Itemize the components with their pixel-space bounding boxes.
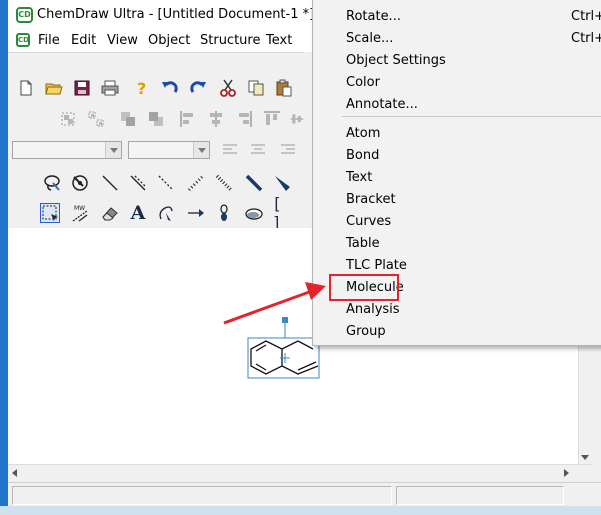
menu-item-text[interactable]: Text bbox=[346, 170, 372, 185]
font-select[interactable] bbox=[12, 141, 122, 159]
double-bond bbox=[297, 361, 317, 371]
menu-item-bracket[interactable]: Bracket bbox=[346, 192, 396, 207]
horizontal-scrollbar[interactable] bbox=[8, 464, 592, 480]
menu-item-table[interactable]: Table bbox=[346, 236, 380, 251]
align-center-icon[interactable] bbox=[206, 109, 226, 129]
chemdraw-window: CD ChemDraw Ultra - [Untitled Document-1… bbox=[8, 0, 601, 506]
menu-item-analysis[interactable]: Analysis bbox=[346, 302, 400, 317]
undo-icon[interactable] bbox=[160, 78, 180, 98]
toolbar-area: ? MW A [] bbox=[8, 52, 304, 232]
menu-item-scale[interactable]: Scale... bbox=[346, 31, 393, 46]
lasso-icon[interactable] bbox=[42, 173, 62, 193]
dotted-bond-icon[interactable] bbox=[186, 173, 206, 193]
font-size-select[interactable] bbox=[128, 141, 210, 159]
send-back-icon[interactable] bbox=[146, 109, 166, 129]
pen-tool-icon[interactable] bbox=[156, 203, 176, 223]
mass-fragment-icon[interactable]: MW bbox=[70, 203, 90, 223]
drawing-element-icon[interactable] bbox=[244, 203, 264, 223]
text-tool-glyph: A bbox=[130, 202, 146, 224]
marquee-icon[interactable] bbox=[40, 203, 60, 223]
bracket-tool-glyph: [ ] bbox=[272, 194, 282, 232]
print-icon[interactable] bbox=[100, 78, 120, 98]
menu-item-rotate[interactable]: Rotate... bbox=[346, 9, 401, 24]
menu-separator bbox=[342, 116, 601, 117]
save-icon[interactable] bbox=[72, 78, 92, 98]
menu-file[interactable]: File bbox=[38, 33, 60, 48]
align-left-icon[interactable] bbox=[178, 109, 198, 129]
text-align-center-icon[interactable] bbox=[248, 140, 268, 160]
arrow-tool-icon[interactable] bbox=[186, 203, 206, 223]
menu-text[interactable]: Text bbox=[266, 33, 292, 48]
wedge-bond-icon[interactable] bbox=[272, 173, 292, 193]
svg-text:?: ? bbox=[137, 79, 146, 97]
scroll-right-arrow-icon[interactable] bbox=[564, 469, 569, 477]
dashed-bond-icon[interactable] bbox=[128, 173, 148, 193]
open-folder-icon[interactable] bbox=[44, 78, 64, 98]
menu-edit[interactable]: Edit bbox=[71, 33, 96, 48]
hashed-wedge-icon[interactable] bbox=[214, 173, 234, 193]
shortcut-scale: Ctrl+K bbox=[571, 31, 601, 46]
orbital-tool-icon[interactable] bbox=[214, 203, 234, 223]
menu-item-color[interactable]: Color bbox=[346, 75, 380, 90]
new-document-icon[interactable] bbox=[16, 78, 36, 98]
solid-bond-icon[interactable] bbox=[100, 173, 120, 193]
window-title: ChemDraw Ultra - [Untitled Document-1 *] bbox=[37, 7, 315, 22]
hashed-bond-icon[interactable] bbox=[156, 173, 176, 193]
menu-item-atom[interactable]: Atom bbox=[346, 126, 380, 141]
scroll-down-arrow-icon[interactable] bbox=[581, 455, 589, 460]
menu-view[interactable]: View bbox=[107, 33, 138, 48]
text-align-left-icon[interactable] bbox=[220, 140, 240, 160]
right-ring-bottom bbox=[281, 365, 319, 375]
menu-item-curves[interactable]: Curves bbox=[346, 214, 391, 229]
chemdraw-app-icon[interactable]: CD bbox=[16, 7, 33, 23]
status-bar bbox=[8, 482, 601, 506]
copy-icon[interactable] bbox=[246, 78, 266, 98]
mw-label: MW bbox=[74, 205, 85, 212]
desktop-background bbox=[0, 0, 8, 515]
group-icon[interactable] bbox=[58, 109, 78, 129]
text-align-right-icon[interactable] bbox=[278, 140, 298, 160]
align-right-icon[interactable] bbox=[234, 109, 254, 129]
eraser-icon[interactable] bbox=[100, 203, 120, 223]
menu-item-annotate[interactable]: Annotate... bbox=[346, 97, 418, 112]
shortcut-rotate: Ctrl+R bbox=[571, 9, 601, 24]
align-top-icon[interactable] bbox=[262, 109, 282, 129]
paste-icon[interactable] bbox=[274, 78, 294, 98]
cut-icon[interactable] bbox=[218, 78, 238, 98]
document-menu-icon[interactable]: CD bbox=[16, 33, 30, 47]
eraser-target-icon[interactable] bbox=[70, 173, 90, 193]
status-pane-main bbox=[12, 486, 392, 505]
bracket-tool-icon[interactable]: [ ] bbox=[272, 194, 292, 232]
status-pane-info bbox=[396, 486, 564, 505]
vertical-scrollbar[interactable] bbox=[578, 346, 592, 464]
menu-item-group[interactable]: Group bbox=[346, 324, 386, 339]
text-tool-icon[interactable]: A bbox=[128, 202, 148, 224]
menu-structure[interactable]: Structure bbox=[200, 33, 260, 48]
bring-front-icon[interactable] bbox=[118, 109, 138, 129]
menu-item-tlc-plate[interactable]: TLC Plate bbox=[346, 258, 407, 273]
desktop-taskbar-edge bbox=[0, 506, 601, 515]
ungroup-icon[interactable] bbox=[86, 109, 106, 129]
right-ring-top bbox=[281, 340, 314, 350]
rotation-handle[interactable] bbox=[282, 317, 288, 323]
menu-item-object-settings[interactable]: Object Settings bbox=[346, 53, 446, 68]
bold-bond-icon[interactable] bbox=[244, 173, 264, 193]
menu-item-bond[interactable]: Bond bbox=[346, 148, 379, 163]
scroll-left-arrow-icon[interactable] bbox=[12, 469, 17, 477]
align-middle-icon[interactable] bbox=[290, 109, 304, 129]
help-icon[interactable]: ? bbox=[132, 78, 152, 98]
menu-object[interactable]: Object bbox=[148, 33, 190, 48]
left-ring bbox=[250, 340, 283, 375]
redo-icon[interactable] bbox=[188, 78, 208, 98]
molecule-highlight-box bbox=[329, 274, 399, 301]
